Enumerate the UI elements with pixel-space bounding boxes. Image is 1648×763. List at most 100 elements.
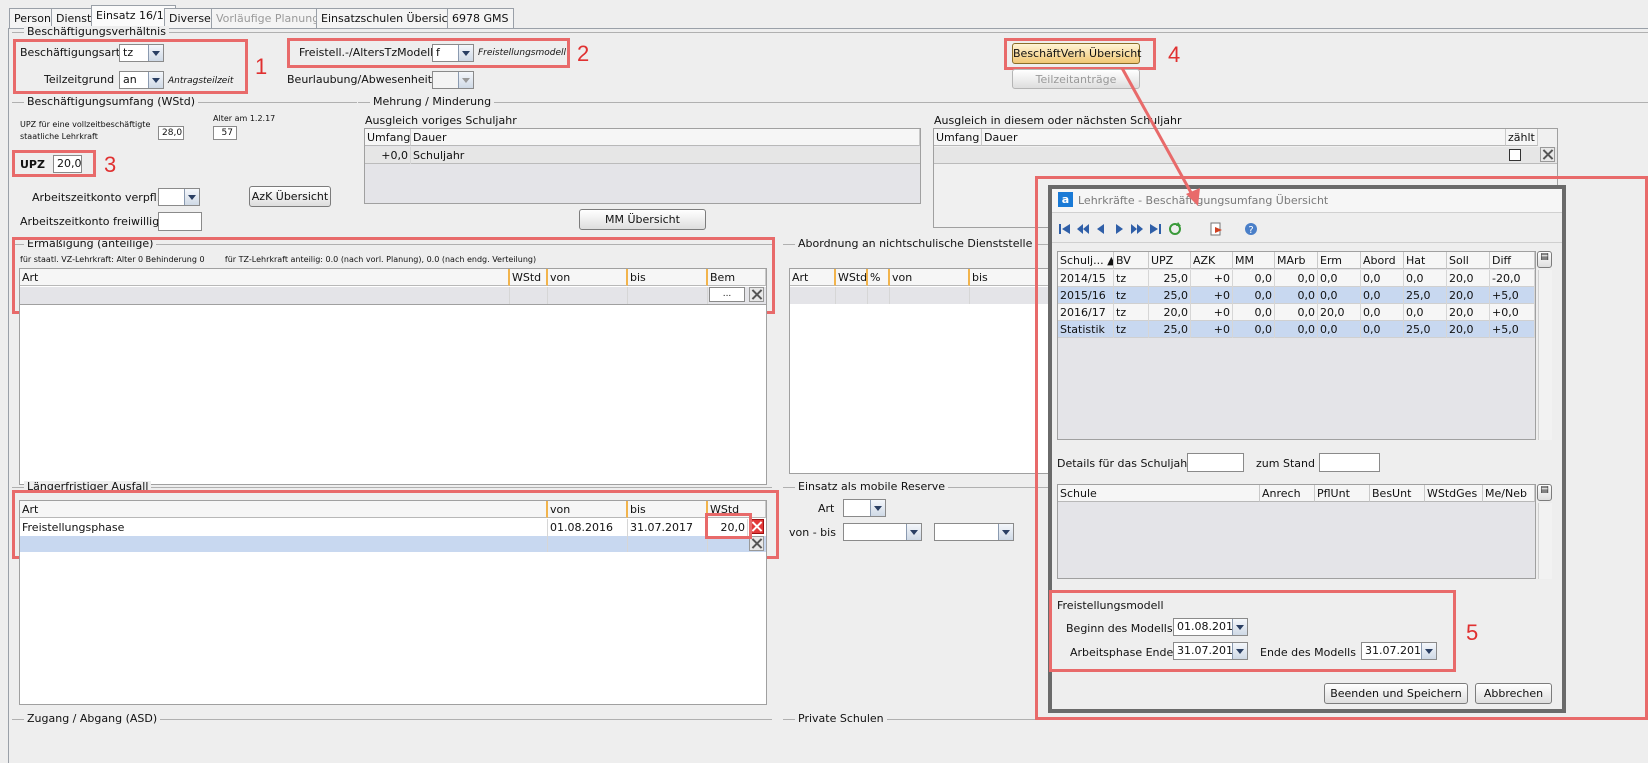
uebersicht-table: Schulj... ▲ BV UPZ AZK MM MArb Erm Abord… — [1057, 251, 1536, 440]
schule-scrollbar[interactable] — [1538, 503, 1552, 579]
beenden-speichern-button[interactable]: Beenden und Speichern — [1324, 683, 1468, 704]
cell-marb: 0,0 — [1275, 304, 1318, 321]
annotation-2: 2 — [577, 41, 590, 66]
upz-vz-label-1: UPZ für eine vollzeitbeschäftigte — [20, 120, 151, 129]
cell-bv: tz — [1114, 321, 1149, 338]
col-von: von — [890, 269, 970, 286]
cell-schuljahr: 2014/15 — [1058, 270, 1114, 287]
table-row[interactable] — [790, 287, 1048, 304]
cell-soll: 20,0 — [1447, 304, 1490, 321]
col-umfang-2: Umfang — [934, 129, 982, 146]
section-mobile-reserve: Einsatz als mobile Reserve — [783, 481, 1048, 493]
col-mm[interactable]: MM — [1233, 252, 1275, 269]
col-abord[interactable]: Abord — [1361, 252, 1404, 269]
previous-record-icon[interactable] — [1094, 222, 1108, 236]
left-border — [8, 28, 9, 763]
table-row[interactable]: 2014/15 tz 25,0 +0 0,0 0,0 0,0 0,0 0,0 20,0 -20,0 — [1058, 270, 1535, 287]
ermaessigung-empty-area — [19, 305, 767, 485]
delete-row-icon[interactable] — [1540, 147, 1555, 162]
azk-uebersicht-button[interactable]: AzK Übersicht — [249, 186, 331, 207]
col-marb[interactable]: MArb — [1275, 252, 1318, 269]
schule-table: Schule Anrech PflUnt BesUnt WStdGes Me/N… — [1057, 484, 1536, 579]
stand-input[interactable] — [1319, 453, 1380, 472]
table-row[interactable]: 2016/17 tz 20,0 +0 0,0 0,0 20,0 0,0 0,0 20,0 +0,0 — [1058, 304, 1535, 321]
col-azk[interactable]: AZK — [1191, 252, 1233, 269]
cell-hat: 25,0 — [1404, 287, 1447, 304]
cell-mm: 0,0 — [1233, 270, 1275, 287]
abordnung-table: Art WStd % von bis — [789, 268, 1050, 474]
col-erm[interactable]: Erm — [1318, 252, 1361, 269]
beginn-date-picker[interactable]: 01.08.2010 — [1173, 618, 1248, 636]
cell-hat: 25,0 — [1404, 321, 1447, 338]
last-record-icon[interactable] — [1148, 222, 1162, 236]
col-prozent: % — [868, 269, 890, 286]
cell-hat: 0,0 — [1404, 270, 1447, 287]
col-dauer-2: Dauer — [982, 129, 1506, 146]
reserve-von-select[interactable] — [843, 523, 922, 541]
upz-vz-value: 28,0 — [158, 126, 184, 140]
section-beschaeftigungsverhaeltnis: Beschäftigungsverhältnis — [12, 26, 1648, 38]
table-row[interactable]: Statistik tz 25,0 +0 0,0 0,0 0,0 0,0 25,0 20,0 +5,… — [1058, 321, 1535, 338]
annotation-box-6 — [12, 237, 775, 314]
tab-einsatzschulen[interactable]: Einsatzschulen Übersicht — [316, 8, 464, 28]
next-record-icon[interactable] — [1112, 222, 1126, 236]
reserve-bis-select[interactable] — [934, 523, 1014, 541]
col-soll[interactable]: Soll — [1447, 252, 1490, 269]
ende-label: Ende des Modells — [1260, 646, 1356, 659]
reserve-art-select[interactable] — [843, 499, 886, 517]
col-pflunt[interactable]: PflUnt — [1315, 485, 1370, 502]
rewind-icon[interactable] — [1076, 222, 1090, 236]
abbrechen-button[interactable]: Abbrechen — [1475, 683, 1552, 704]
col-schuljahr[interactable]: Schulj... ▲ — [1058, 252, 1114, 269]
col-dauer: Dauer — [411, 129, 920, 146]
col-meneb[interactable]: Me/Neb — [1483, 485, 1535, 502]
azk-verpfl-select[interactable] — [158, 188, 200, 206]
col-schule[interactable]: Schule — [1058, 485, 1260, 502]
col-wstdges[interactable]: WStdGes — [1425, 485, 1483, 502]
cell-upz: 25,0 — [1149, 270, 1191, 287]
annotation-arrow — [1120, 67, 1200, 206]
column-chooser-icon[interactable]: ▤ — [1537, 251, 1552, 268]
mm-uebersicht-button[interactable]: MM Übersicht — [579, 209, 706, 230]
annotation-box-1 — [13, 39, 248, 94]
section-private-schulen: Private Schulen — [783, 713, 1043, 725]
cell-schuljahr: Statistik — [1058, 321, 1114, 338]
section-abordnung: Abordnung an nichtschulische Dienststell… — [783, 238, 1048, 250]
tab-gms[interactable]: 6978 GMS — [447, 8, 514, 28]
col-besunt[interactable]: BesUnt — [1370, 485, 1425, 502]
col-upz[interactable]: UPZ — [1149, 252, 1191, 269]
beurlaubung-select[interactable] — [432, 71, 474, 89]
cell-erm: 0,0 — [1318, 287, 1361, 304]
col-anrech[interactable]: Anrech — [1260, 485, 1315, 502]
cell-bv: tz — [1114, 287, 1149, 304]
col-hat[interactable]: Hat — [1404, 252, 1447, 269]
annotation-1: 1 — [255, 54, 268, 79]
ende-date-picker[interactable]: 31.07.2017 — [1361, 642, 1437, 660]
export-icon[interactable] — [1209, 222, 1223, 236]
annotation-box-7 — [12, 490, 779, 559]
column-chooser-icon[interactable]: ▤ — [1537, 484, 1552, 501]
first-record-icon[interactable] — [1058, 222, 1072, 236]
details-schuljahr-input[interactable] — [1187, 453, 1244, 472]
refresh-icon[interactable] — [1168, 222, 1182, 236]
help-icon[interactable]: ? — [1244, 222, 1258, 236]
details-label: Details für das Schuljahr — [1057, 457, 1192, 470]
upz-vz-label-2: staatliche Lehrkraft — [20, 132, 98, 141]
table-row[interactable]: +0,0 Schuljahr — [365, 147, 920, 164]
cell-diff: -20,0 — [1490, 270, 1535, 287]
zaehlt-checkbox[interactable] — [1509, 149, 1521, 161]
cell-mm: 0,0 — [1233, 304, 1275, 321]
freistellung-title: Freistellungsmodell — [1057, 599, 1164, 612]
arbeitsphase-date-picker[interactable]: 31.07.2015 — [1173, 642, 1248, 660]
tab-vorlaeufige-planung[interactable]: Vorläufige Planung — [211, 8, 325, 28]
col-diff[interactable]: Diff — [1490, 252, 1535, 269]
table-row[interactable] — [934, 147, 1557, 164]
fast-forward-icon[interactable] — [1130, 222, 1144, 236]
uebersicht-scrollbar[interactable] — [1538, 270, 1552, 440]
col-bv[interactable]: BV — [1114, 252, 1149, 269]
table-row[interactable]: 2015/16 tz 25,0 +0 0,0 0,0 0,0 0,0 25,0 20,0 +5,0 — [1058, 287, 1535, 304]
cell-bv: tz — [1114, 304, 1149, 321]
azk-frei-input[interactable] — [158, 212, 202, 231]
cell-marb: 0,0 — [1275, 270, 1318, 287]
cell-schuljahr: 2015/16 — [1058, 287, 1114, 304]
